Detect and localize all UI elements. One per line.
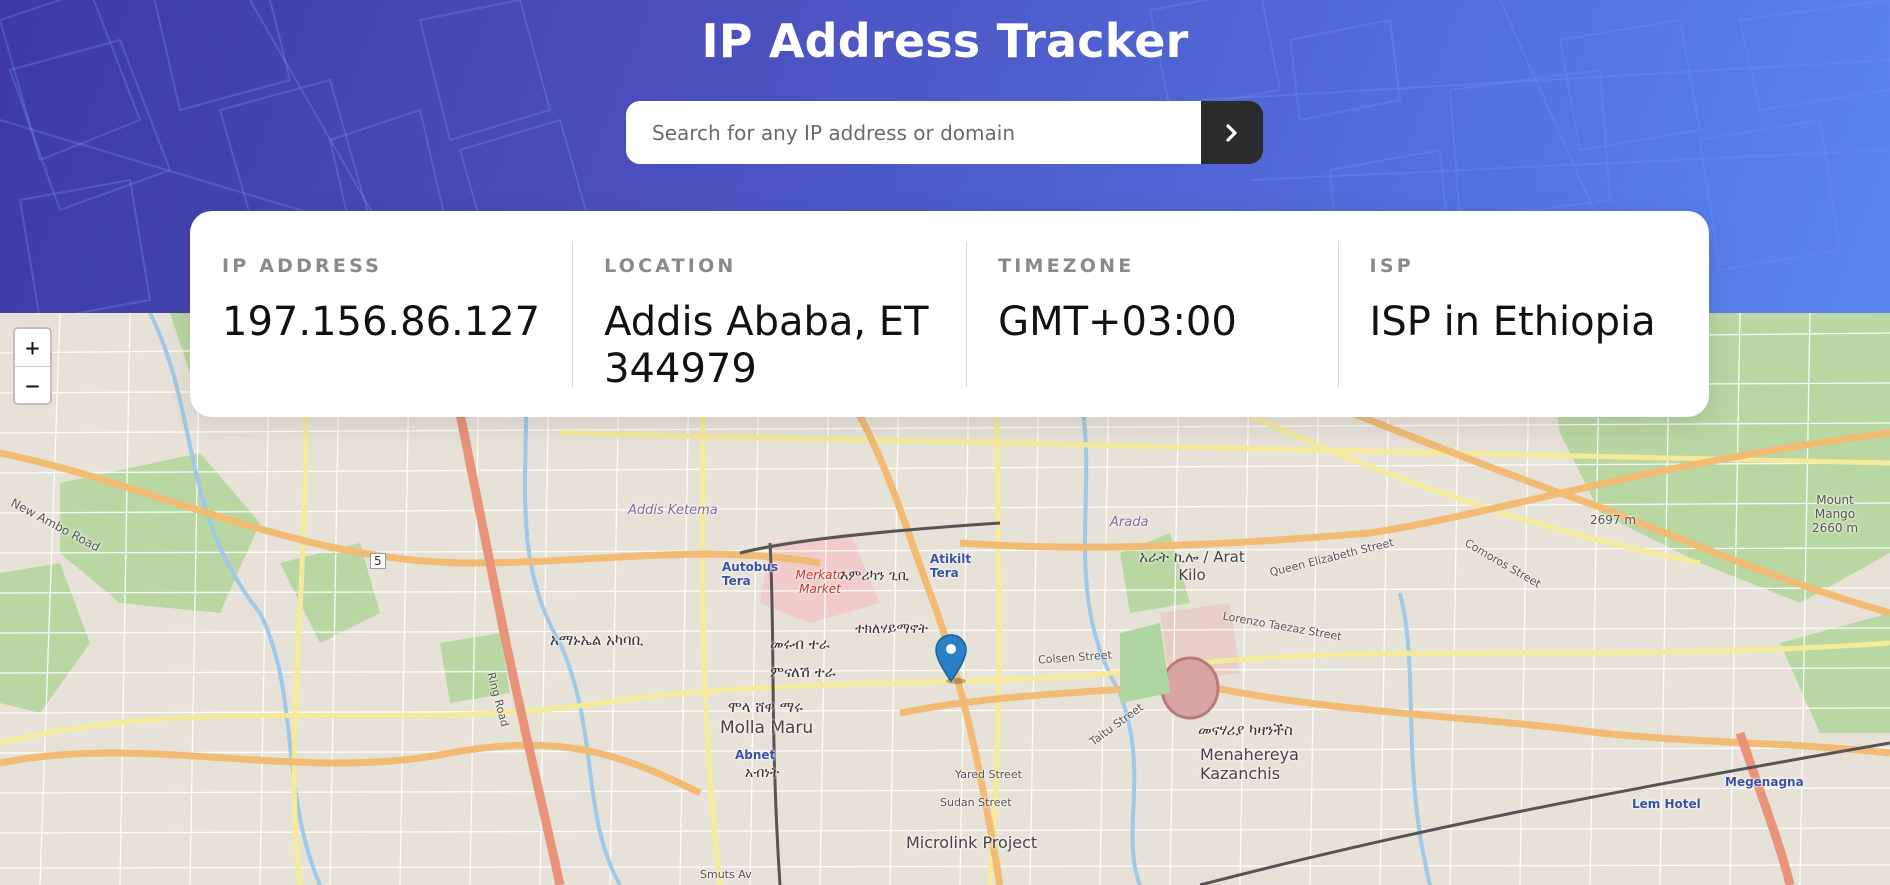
info-value: Addis Ababa, ET 344979 (604, 299, 929, 392)
info-label: TIMEZONE (998, 255, 1135, 277)
info-ip-address: IP ADDRESS 197.156.86.127 (190, 241, 572, 387)
info-value: GMT+03:00 (998, 299, 1237, 345)
info-value: 197.156.86.127 (222, 299, 541, 345)
search-submit-button[interactable] (1201, 101, 1263, 164)
zoom-in-button[interactable]: + (15, 329, 50, 366)
chevron-right-icon (1226, 123, 1237, 142)
page-title: IP Address Tracker (701, 14, 1189, 68)
info-timezone: TIMEZONE GMT+03:00 (966, 241, 1337, 387)
map-pin-icon (935, 634, 967, 684)
location-marker[interactable] (934, 633, 968, 689)
info-isp: ISP ISP in Ethiopia (1337, 241, 1709, 387)
info-value: ISP in Ethiopia (1369, 299, 1656, 345)
info-label: LOCATION (604, 255, 737, 277)
search-input[interactable] (626, 101, 1201, 164)
search-form (626, 101, 1263, 164)
info-label: ISP (1369, 255, 1414, 277)
zoom-control: + − (13, 327, 52, 405)
ip-info-card: IP ADDRESS 197.156.86.127 LOCATION Addis… (190, 211, 1709, 417)
zoom-out-button[interactable]: − (15, 366, 50, 404)
info-label: IP ADDRESS (222, 255, 382, 277)
info-location: LOCATION Addis Ababa, ET 344979 (572, 241, 966, 392)
